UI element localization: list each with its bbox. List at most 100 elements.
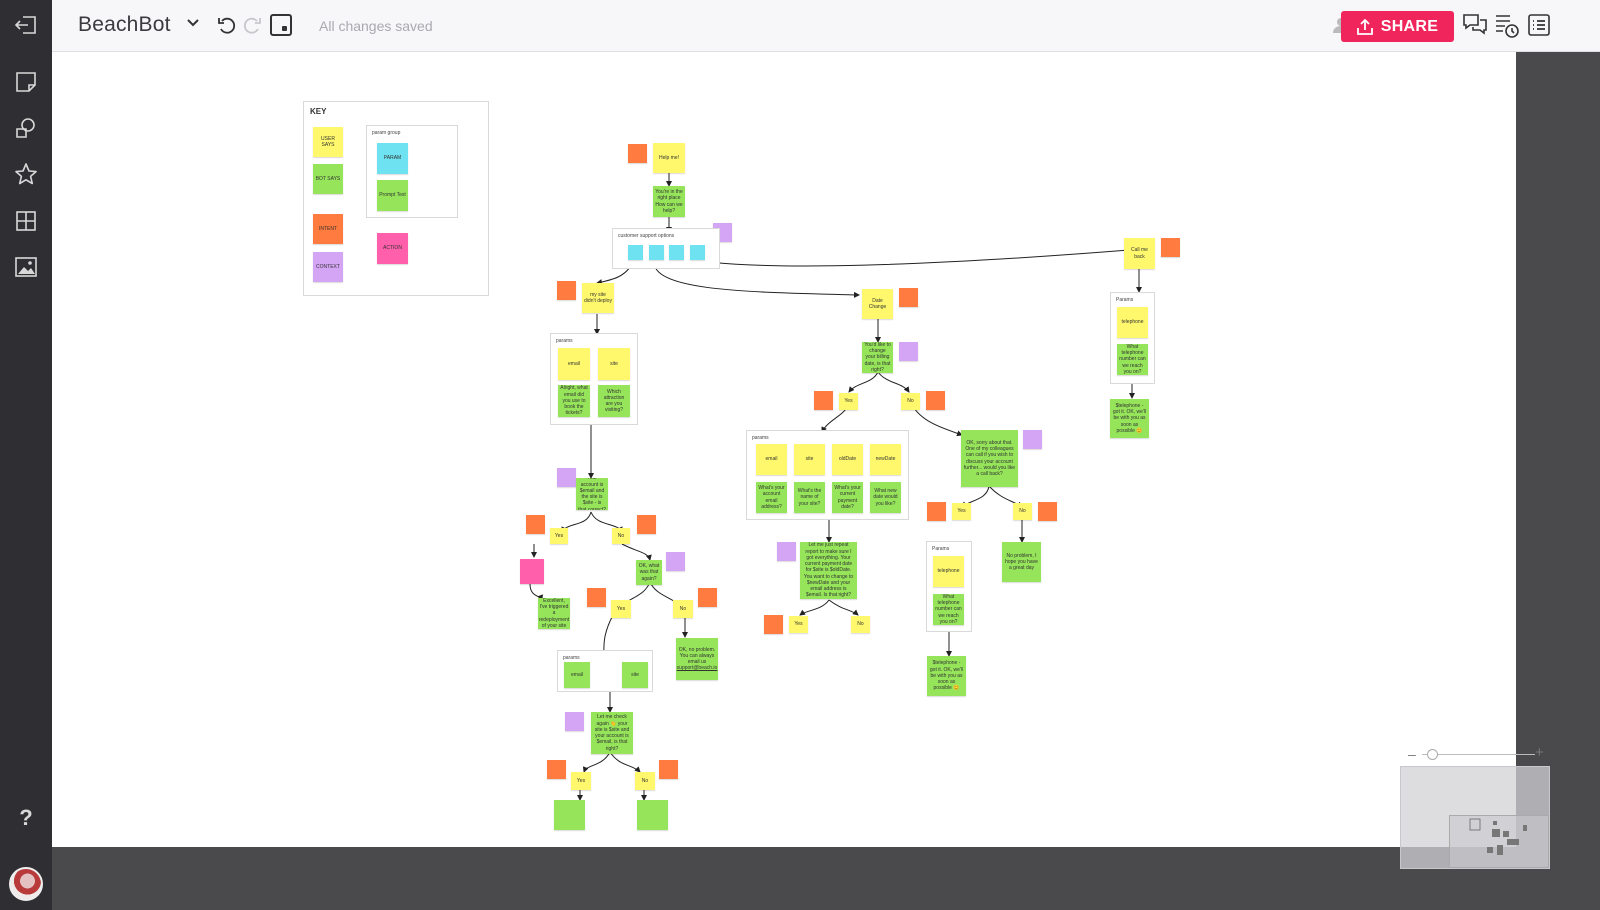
intent-note[interactable] <box>1161 238 1180 257</box>
ask-new-date-note[interactable]: What new date would you like? <box>870 482 901 513</box>
site-param-note[interactable]: site <box>794 444 825 475</box>
right-place-note[interactable]: You're in the right place How can we hel… <box>653 186 685 217</box>
option-param-note[interactable] <box>649 245 664 260</box>
repeat-back-note[interactable]: Let me just repeat report to make sure I… <box>800 542 857 599</box>
intent-note[interactable] <box>814 391 833 410</box>
ask-email-note[interactable]: Alright, what email did you use to book … <box>558 385 590 417</box>
site-didnt-deploy-note[interactable]: my site didn't deploy <box>582 283 614 313</box>
what-telephone-note[interactable]: What telephone number can we reach you o… <box>1117 344 1148 375</box>
site-param-note[interactable]: site <box>598 348 630 380</box>
image-icon[interactable] <box>12 253 40 281</box>
intent-note[interactable] <box>1038 502 1057 521</box>
redeployment-note[interactable]: Excellent, I've triggered a redeployment… <box>538 598 570 629</box>
no-note[interactable]: No <box>1013 503 1032 520</box>
intent-note[interactable] <box>659 760 678 779</box>
intent-note[interactable] <box>637 515 656 534</box>
great-day-note[interactable]: No problem, I hope you have a great day <box>1002 542 1041 582</box>
intent-note[interactable] <box>927 502 946 521</box>
context-note[interactable] <box>557 468 576 487</box>
exit-board-icon[interactable] <box>12 11 40 39</box>
intent-note[interactable] <box>557 281 576 300</box>
support-email-link[interactable]: support@beach.io <box>677 665 718 671</box>
context-note[interactable] <box>666 552 685 571</box>
avatar[interactable] <box>9 867 43 901</box>
ask-old-date-note[interactable]: What's your current payment date? <box>832 482 863 513</box>
zoom-out-button[interactable]: – <box>1408 746 1416 762</box>
board-list-icon[interactable] <box>1527 13 1553 39</box>
comments-icon[interactable] <box>1462 13 1488 39</box>
key-context-note[interactable]: CONTEXT <box>313 252 343 282</box>
old-date-param-note[interactable]: oldDate <box>832 444 863 475</box>
chevron-down-icon[interactable] <box>187 15 199 31</box>
intent-note[interactable] <box>587 588 606 607</box>
key-user-says-note[interactable]: USER SAYS <box>313 127 343 157</box>
key-action-note[interactable]: ACTION <box>377 233 408 264</box>
intent-note[interactable] <box>628 144 647 163</box>
date-change-note[interactable]: Date Change <box>862 289 893 319</box>
context-note[interactable] <box>565 712 584 731</box>
telephone-confirm-note[interactable]: $telephone - got it. OK, we'll be with y… <box>1110 399 1149 438</box>
email-param-note[interactable]: email <box>756 444 787 475</box>
zoom-slider-handle[interactable] <box>1427 749 1438 760</box>
yes-note[interactable]: Yes <box>550 528 568 544</box>
no-note[interactable]: No <box>612 528 630 544</box>
redo-icon[interactable] <box>242 15 262 40</box>
intent-note[interactable] <box>547 760 566 779</box>
option-param-note[interactable] <box>628 245 643 260</box>
minimap[interactable] <box>1400 766 1550 869</box>
shapes-icon[interactable] <box>12 114 40 142</box>
no-note[interactable]: No <box>635 772 655 790</box>
activity-history-icon[interactable] <box>1494 13 1520 39</box>
context-note[interactable] <box>899 342 918 361</box>
intent-note[interactable] <box>698 588 717 607</box>
zoom-in-button[interactable]: + <box>1535 744 1544 761</box>
telephone-param-note[interactable]: telephone <box>1117 307 1148 338</box>
board-title[interactable]: BeachBot <box>78 13 171 37</box>
call-me-back-note[interactable]: Call me back <box>1124 238 1155 269</box>
email-param-note[interactable]: email <box>558 348 590 380</box>
intent-note[interactable] <box>764 615 783 634</box>
star-icon[interactable] <box>12 160 40 188</box>
intent-note[interactable] <box>926 391 945 410</box>
ask-site-note[interactable]: Which attraction are you visiting? <box>598 385 630 417</box>
check-again-note[interactable]: Let me check again 👋 your site is $site … <box>591 712 633 754</box>
bot-reply-note[interactable] <box>554 800 585 830</box>
email-param-note[interactable]: email <box>564 662 590 688</box>
share-button[interactable]: SHARE <box>1341 11 1454 42</box>
help-icon[interactable]: ? <box>12 804 40 832</box>
telephone-param-note[interactable]: telephone <box>933 556 964 587</box>
key-param-note[interactable]: PARAM <box>377 143 408 174</box>
help-me-note[interactable]: Help me! <box>653 143 685 173</box>
ask-email-note[interactable]: What's your account email address? <box>756 482 787 513</box>
option-param-note[interactable] <box>690 245 705 260</box>
no-note[interactable]: No <box>851 616 870 633</box>
zoom-slider-track[interactable] <box>1422 754 1535 755</box>
what-was-that-note[interactable]: OK, what was that again? <box>636 560 662 585</box>
context-note[interactable] <box>1023 430 1042 449</box>
key-bot-says-note[interactable]: BOT SAYS <box>313 164 343 194</box>
no-note[interactable]: No <box>673 600 693 618</box>
action-note[interactable] <box>520 559 544 584</box>
new-date-param-note[interactable]: newDate <box>870 444 901 475</box>
site-param-note[interactable]: site <box>622 662 648 688</box>
telephone-confirm-note[interactable]: $telephone - got it. OK, we'll be with y… <box>927 656 966 696</box>
intent-note[interactable] <box>526 515 545 534</box>
grid-template-icon[interactable] <box>12 207 40 235</box>
sorry-call-note[interactable]: OK, sorry about that. One of my colleagu… <box>961 430 1018 487</box>
key-prompt-text-note[interactable]: Prompt Text <box>377 180 408 211</box>
context-note[interactable] <box>777 542 796 561</box>
key-intent-note[interactable]: INTENT <box>313 214 343 244</box>
yes-note[interactable]: Yes <box>571 772 591 790</box>
yes-note[interactable]: Yes <box>952 503 971 520</box>
yes-note[interactable]: Yes <box>611 600 631 618</box>
billing-date-note[interactable]: You'd like to change your billing date, … <box>862 342 893 373</box>
confirm-account-note[interactable]: Your account is $email and the site is $… <box>576 478 608 510</box>
no-note[interactable]: No <box>901 393 920 410</box>
board-canvas[interactable]: KEY USER SAYS BOT SAYS INTENT CONTEXT pa… <box>52 52 1516 847</box>
what-telephone-note[interactable]: What telephone number can we reach you o… <box>933 594 964 625</box>
ask-site-note[interactable]: What's the name of your site? <box>794 482 825 513</box>
intent-note[interactable] <box>899 288 918 307</box>
bot-reply-note[interactable] <box>637 800 668 830</box>
option-param-note[interactable] <box>669 245 684 260</box>
sticky-note-icon[interactable] <box>12 68 40 96</box>
